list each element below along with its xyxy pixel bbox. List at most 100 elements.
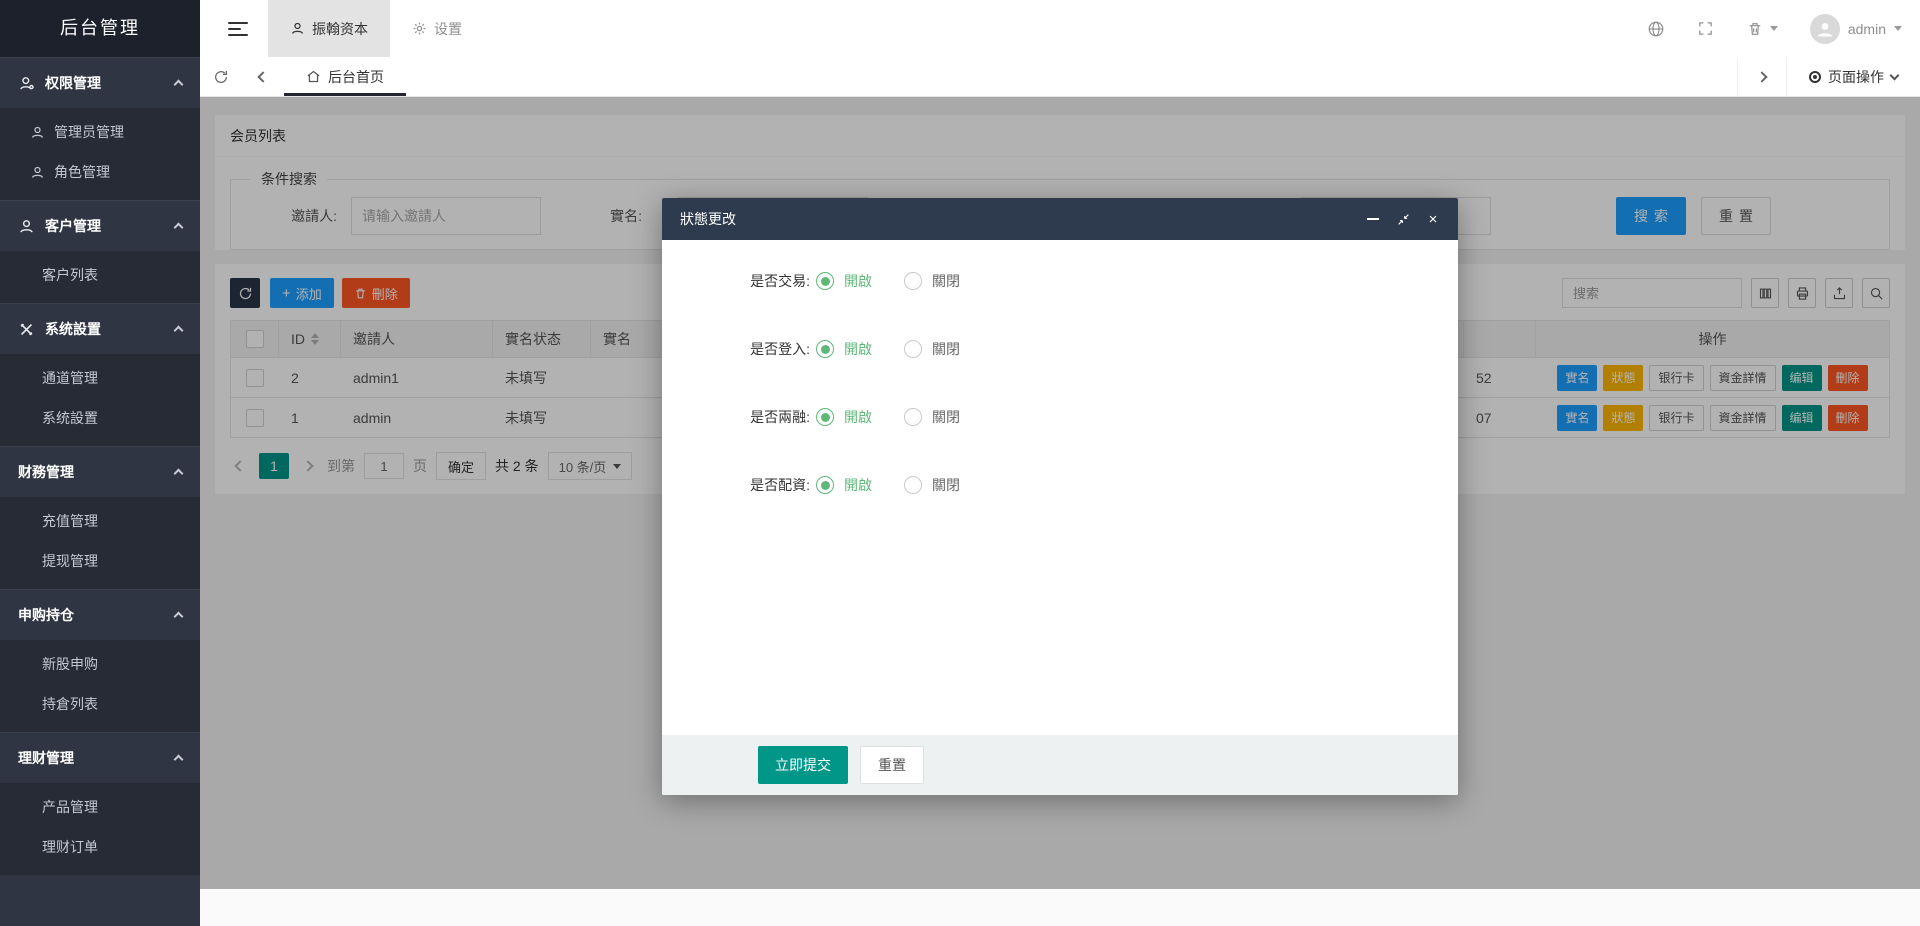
form-label: 是否兩融: [662,407,810,427]
modal-footer: 立即提交 重置 [662,735,1458,795]
sidebar-item-finance-management[interactable]: 财務管理 [0,447,200,497]
radio-off-label[interactable]: 關閉 [932,407,960,427]
sidebar-item-label: 权限管理 [45,73,101,93]
sidebar-section-wealth: 理财管理 产品管理 理财订单 [0,732,200,875]
sidebar-submenu: 充值管理 提现管理 [0,497,200,589]
scroll-tabs-right-icon[interactable] [1737,57,1787,96]
avatar [1810,14,1840,44]
caret-down-icon [1770,26,1778,31]
modal-header: 狀態更改 × [662,198,1458,240]
sidebar-item-withdraw-management[interactable]: 提现管理 [0,541,200,581]
sidebar-item-new-stock-subscription[interactable]: 新股申购 [0,644,200,684]
radio-off[interactable] [904,408,922,426]
sidebar-item-label: 系统設置 [42,408,98,428]
caret-down-icon [1894,26,1902,31]
radio-on-label[interactable]: 開啟 [844,407,872,427]
submit-button[interactable]: 立即提交 [758,746,848,784]
radio-on[interactable] [816,408,834,426]
sidebar-item-label: 持倉列表 [42,694,98,714]
topbar-tab-settings[interactable]: 设置 [390,0,484,57]
sidebar-item-admin-management[interactable]: 管理员管理 [0,112,200,152]
chevron-up-icon [174,80,184,90]
topbar-tab-company[interactable]: 振翰资本 [268,0,390,57]
sidebar-toggle-icon[interactable] [228,18,248,40]
chevron-up-icon [174,223,184,233]
sidebar-submenu: 客户列表 [0,251,200,303]
username: admin [1848,21,1886,37]
sidebar-item-wealth-orders[interactable]: 理财订单 [0,827,200,867]
globe-icon[interactable] [1647,20,1665,38]
sidebar-item-label: 提现管理 [42,551,98,571]
radio-on[interactable] [816,476,834,494]
sidebar-item-label: 申购持仓 [18,605,74,625]
topbar-right: admin [1647,14,1902,44]
chevron-up-icon [174,469,184,479]
sidebar-item-role-management[interactable]: 角色管理 [0,152,200,192]
tab-home[interactable]: 后台首页 [284,57,406,96]
home-icon [306,69,321,84]
close-icon[interactable]: × [1426,212,1440,226]
sidebar-submenu: 通道管理 系统設置 [0,354,200,446]
radio-off[interactable] [904,476,922,494]
radio-off-label[interactable]: 關閉 [932,271,960,291]
radio-on[interactable] [816,272,834,290]
form-row-margin: 是否兩融: 開啟 關閉 [662,398,1458,436]
app-logo: 后台管理 [0,0,200,57]
sidebar-item-permissions[interactable]: 权限管理 [0,58,200,108]
sidebar-item-system-settings[interactable]: 系统設置 [0,304,200,354]
radio-on-label[interactable]: 開啟 [844,271,872,291]
restore-icon[interactable] [1396,212,1410,226]
sidebar-item-label: 充值管理 [42,511,98,531]
status-change-modal: 狀態更改 × 是否交易: 開啟 關閉 是否登入: 開 [662,198,1458,795]
radio-off[interactable] [904,340,922,358]
trash-icon [1747,21,1765,37]
tools-icon [18,321,36,338]
sidebar-item-label: 通道管理 [42,368,98,388]
user-menu[interactable]: admin [1810,14,1902,44]
sidebar-section-ipo: 申购持仓 新股申购 持倉列表 [0,589,200,732]
sidebar-section-system: 系统設置 通道管理 系统設置 [0,303,200,446]
bottom-band [200,889,1920,926]
topbar: 振翰资本 设置 admin [200,0,1920,57]
sidebar-item-position-list[interactable]: 持倉列表 [0,684,200,724]
form-label: 是否交易: [662,271,810,291]
gear-icon [412,21,427,36]
topbar-tab-label: 振翰资本 [312,19,368,39]
clear-cache-dropdown[interactable] [1747,21,1778,37]
user-cog-icon [18,75,36,92]
sidebar-item-channel-management[interactable]: 通道管理 [0,358,200,398]
minimize-icon[interactable] [1366,212,1380,226]
radio-on-label[interactable]: 開啟 [844,339,872,359]
page-tabstrip: 后台首页 页面操作 [200,57,1920,97]
sidebar-item-ipo-positions[interactable]: 申购持仓 [0,590,200,640]
radio-off-label[interactable]: 關閉 [932,339,960,359]
sidebar-item-product-management[interactable]: 产品管理 [0,787,200,827]
radio-on[interactable] [816,340,834,358]
page-operations-dropdown[interactable]: 页面操作 [1787,57,1920,96]
sidebar-item-label: 系统設置 [45,319,101,339]
admin-app: 后台管理 权限管理 管理员管理 角色管理 [0,0,1920,926]
sidebar-item-system-config[interactable]: 系统設置 [0,398,200,438]
modal-reset-button[interactable]: 重置 [860,746,924,784]
refresh-tabs-icon[interactable] [200,57,242,96]
radio-off[interactable] [904,272,922,290]
chevron-down-icon [1890,70,1900,80]
scroll-tabs-left-icon[interactable] [242,57,284,96]
sidebar: 后台管理 权限管理 管理员管理 角色管理 [0,0,200,926]
sidebar-submenu: 管理员管理 角色管理 [0,108,200,200]
sidebar-item-customer-list[interactable]: 客户列表 [0,255,200,295]
sidebar-item-label: 理财订单 [42,837,98,857]
fullscreen-icon[interactable] [1697,20,1715,37]
radio-off-label[interactable]: 關閉 [932,475,960,495]
sidebar-item-label: 客户列表 [42,265,98,285]
sidebar-item-wealth-management[interactable]: 理财管理 [0,733,200,783]
sidebar-item-label: 客户管理 [45,216,101,236]
sidebar-item-label: 新股申购 [42,654,98,674]
sidebar-item-customer-management[interactable]: 客户管理 [0,201,200,251]
radio-on-label[interactable]: 開啟 [844,475,872,495]
content-frame: 会员列表 条件搜索 邀請人: 實名: 搜索 重置 +添加 刪除 [200,97,1920,889]
sidebar-item-recharge-management[interactable]: 充值管理 [0,501,200,541]
chevron-up-icon [174,755,184,765]
topbar-tab-label: 设置 [434,19,462,39]
sidebar-submenu: 新股申购 持倉列表 [0,640,200,732]
